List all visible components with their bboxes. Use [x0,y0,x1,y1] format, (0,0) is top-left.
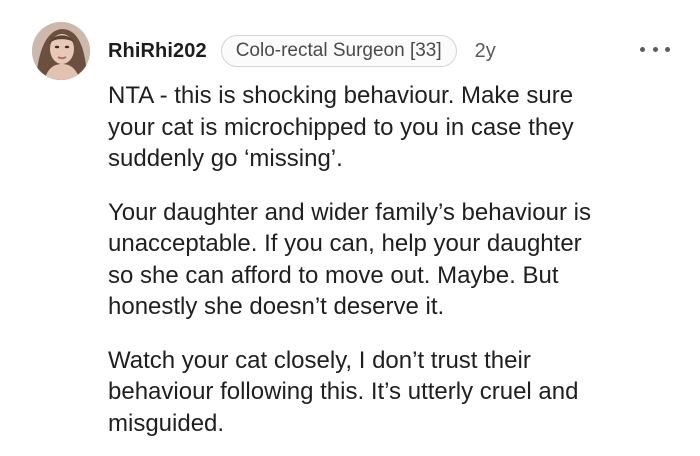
text-line: Watch your cat closely, I don’t trust th… [108,346,531,374]
more-horizontal-icon[interactable] [640,43,670,55]
timestamp[interactable]: 2y [475,40,496,63]
comment-body: NTA - this is shocking behaviour. Make s… [108,80,668,439]
text-line: unacceptable. If you can, help your daug… [108,230,582,257]
comment-header: RhiRhi202 Colo-rectal Surgeon [33] 2y [108,34,496,68]
text-line: so she can afford to move out. Maybe. Bu… [108,261,559,289]
text-line: your cat is microchipped to you in case … [108,113,574,141]
comment: RhiRhi202 Colo-rectal Surgeon [33] 2y NT… [0,0,700,456]
text-line: honestly she doesn’t deserve it. [108,293,445,320]
comment-paragraph: Your daughter and wider family’s behavio… [108,197,668,323]
comment-paragraph: NTA - this is shocking behaviour. Make s… [108,80,668,175]
dot [640,46,645,52]
avatar-image [32,22,90,80]
avatar[interactable] [32,22,90,80]
dot [652,46,658,52]
username[interactable]: RhiRhi202 [108,40,207,63]
text-line: misguided. [108,409,225,437]
text-line: suddenly go ‘missing’. [108,145,343,172]
user-flair: Colo-rectal Surgeon [33] [220,35,457,67]
text-line: NTA - this is shocking behaviour. Make s… [108,82,574,109]
text-line: Your daughter and wider family’s behavio… [108,198,591,226]
text-line: behaviour following this. It’s utterly c… [108,378,579,405]
dot [665,46,670,52]
comment-paragraph: Watch your cat closely, I don’t trust th… [108,345,668,440]
